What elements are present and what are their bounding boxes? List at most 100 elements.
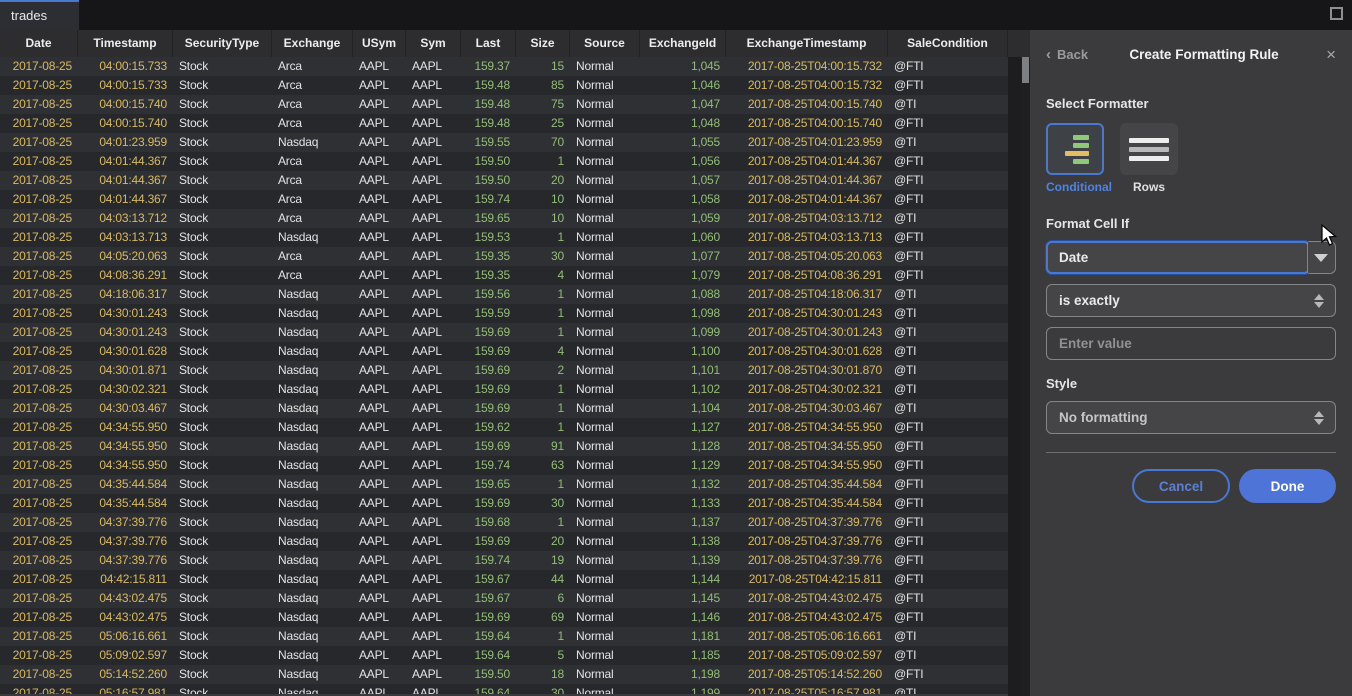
column-header-securitytype[interactable]: SecurityType (173, 30, 272, 57)
column-header-exchangeid[interactable]: ExchangeId (640, 30, 726, 57)
table-cell: 1 (516, 475, 570, 494)
scrollbar-thumb[interactable] (1022, 57, 1029, 83)
table-row[interactable]: 2017-08-2504:03:13.713StockNasdaqAAPLAAP… (0, 228, 1008, 247)
table-cell: 2017-08-25T04:34:55.950 (726, 418, 888, 437)
table-row[interactable]: 2017-08-2504:05:20.063StockArcaAAPLAAPL1… (0, 247, 1008, 266)
rows-label: Rows (1120, 180, 1178, 194)
table-cell: AAPL (353, 627, 406, 646)
table-cell: 2017-08-25 (0, 627, 78, 646)
table-row[interactable]: 2017-08-2504:42:15.811StockNasdaqAAPLAAP… (0, 570, 1008, 589)
close-icon[interactable]: × (1320, 46, 1336, 63)
table-row[interactable]: 2017-08-2504:30:01.628StockNasdaqAAPLAAP… (0, 342, 1008, 361)
table-row[interactable]: 2017-08-2504:30:02.321StockNasdaqAAPLAAP… (0, 380, 1008, 399)
table-row[interactable]: 2017-08-2504:01:23.959StockNasdaqAAPLAAP… (0, 133, 1008, 152)
table-cell: 1,146 (640, 608, 726, 627)
table-cell: 2017-08-25 (0, 665, 78, 684)
table-row[interactable]: 2017-08-2505:06:16.661StockNasdaqAAPLAAP… (0, 627, 1008, 646)
table-row[interactable]: 2017-08-2504:18:06.317StockNasdaqAAPLAAP… (0, 285, 1008, 304)
maximize-icon[interactable] (1330, 7, 1343, 20)
table-row[interactable]: 2017-08-2504:37:39.776StockNasdaqAAPLAAP… (0, 532, 1008, 551)
table-cell: 1,098 (640, 304, 726, 323)
table-row[interactable]: 2017-08-2504:43:02.475StockNasdaqAAPLAAP… (0, 608, 1008, 627)
table-cell: 1,181 (640, 627, 726, 646)
table-cell: @FTI (888, 494, 1008, 513)
done-button[interactable]: Done (1239, 469, 1336, 503)
table-cell: 2017-08-25 (0, 133, 78, 152)
back-label: Back (1057, 47, 1088, 62)
table-row[interactable]: 2017-08-2504:03:13.712StockArcaAAPLAAPL1… (0, 209, 1008, 228)
table-row[interactable]: 2017-08-2504:01:44.367StockArcaAAPLAAPL1… (0, 190, 1008, 209)
table-row[interactable]: 2017-08-2504:43:02.475StockNasdaqAAPLAAP… (0, 589, 1008, 608)
column-header-date[interactable]: Date (0, 30, 78, 57)
table-cell: @FTI (888, 418, 1008, 437)
table-cell: 2017-08-25 (0, 456, 78, 475)
table-cell: 18 (516, 665, 570, 684)
column-header-exchangetimestamp[interactable]: ExchangeTimestamp (726, 30, 888, 57)
table-cell: AAPL (353, 285, 406, 304)
cancel-button[interactable]: Cancel (1132, 469, 1230, 503)
table-cell: Normal (570, 209, 640, 228)
style-select-value: No formatting (1059, 402, 1148, 433)
table-cell: AAPL (353, 304, 406, 323)
vertical-scrollbar[interactable] (1021, 57, 1030, 696)
table-row[interactable]: 2017-08-2504:37:39.776StockNasdaqAAPLAAP… (0, 513, 1008, 532)
table-cell: 2017-08-25 (0, 285, 78, 304)
column-header-last[interactable]: Last (461, 30, 516, 57)
column-select[interactable]: Date (1046, 241, 1336, 274)
column-header-size[interactable]: Size (516, 30, 570, 57)
table-row[interactable]: 2017-08-2505:09:02.597StockNasdaqAAPLAAP… (0, 646, 1008, 665)
table-row[interactable]: 2017-08-2504:30:01.243StockNasdaqAAPLAAP… (0, 304, 1008, 323)
table-row[interactable]: 2017-08-2504:37:39.776StockNasdaqAAPLAAP… (0, 551, 1008, 570)
table-row[interactable]: 2017-08-2504:35:44.584StockNasdaqAAPLAAP… (0, 475, 1008, 494)
back-button[interactable]: ‹ Back (1046, 47, 1088, 62)
column-header-salecondition[interactable]: SaleCondition (888, 30, 1008, 57)
table-row[interactable]: 2017-08-2504:30:03.467StockNasdaqAAPLAAP… (0, 399, 1008, 418)
table-row[interactable]: 2017-08-2504:01:44.367StockArcaAAPLAAPL1… (0, 171, 1008, 190)
table-cell: 04:03:13.712 (78, 209, 173, 228)
table-cell: 30 (516, 494, 570, 513)
column-header-sym[interactable]: Sym (406, 30, 461, 57)
table-cell: Normal (570, 589, 640, 608)
formatter-option-rows[interactable]: Rows (1120, 123, 1178, 194)
table-row[interactable]: 2017-08-2504:30:01.871StockNasdaqAAPLAAP… (0, 361, 1008, 380)
table-cell: 1,137 (640, 513, 726, 532)
condition-select[interactable]: is exactly (1046, 284, 1336, 317)
table-row[interactable]: 2017-08-2504:35:44.584StockNasdaqAAPLAAP… (0, 494, 1008, 513)
table-cell: 159.48 (461, 76, 516, 95)
table-cell: 159.65 (461, 209, 516, 228)
column-header-usym[interactable]: USym (353, 30, 406, 57)
table-cell: 1 (516, 152, 570, 171)
table-cell: 2017-08-25 (0, 494, 78, 513)
table-row[interactable]: 2017-08-2504:30:01.243StockNasdaqAAPLAAP… (0, 323, 1008, 342)
table-cell: 5 (516, 646, 570, 665)
table-cell: 1,060 (640, 228, 726, 247)
table-row[interactable]: 2017-08-2504:34:55.950StockNasdaqAAPLAAP… (0, 418, 1008, 437)
formatter-option-conditional[interactable]: Conditional (1046, 123, 1104, 194)
table-row[interactable]: 2017-08-2504:08:36.291StockArcaAAPLAAPL1… (0, 266, 1008, 285)
table-row[interactable]: 2017-08-2504:34:55.950StockNasdaqAAPLAAP… (0, 456, 1008, 475)
table-row[interactable]: 2017-08-2504:00:15.740StockArcaAAPLAAPL1… (0, 114, 1008, 133)
table-cell: Normal (570, 532, 640, 551)
column-header-timestamp[interactable]: Timestamp (78, 30, 173, 57)
table-cell: 4 (516, 342, 570, 361)
table-cell: 2017-08-25T04:43:02.475 (726, 608, 888, 627)
tab-trades[interactable]: trades (0, 0, 79, 30)
chevron-left-icon: ‹ (1046, 47, 1051, 62)
table-row[interactable]: 2017-08-2504:01:44.367StockArcaAAPLAAPL1… (0, 152, 1008, 171)
table-row[interactable]: 2017-08-2505:14:52.260StockNasdaqAAPLAAP… (0, 665, 1008, 684)
value-input[interactable]: Enter value (1046, 327, 1336, 360)
table-cell: Arca (272, 76, 353, 95)
table-cell: Normal (570, 456, 640, 475)
table-cell: 1,144 (640, 570, 726, 589)
table-cell: Nasdaq (272, 437, 353, 456)
table-row[interactable]: 2017-08-2504:00:15.733StockArcaAAPLAAPL1… (0, 57, 1008, 76)
table-row[interactable]: 2017-08-2504:00:15.740StockArcaAAPLAAPL1… (0, 95, 1008, 114)
column-header-source[interactable]: Source (570, 30, 640, 57)
table-row[interactable]: 2017-08-2504:34:55.950StockNasdaqAAPLAAP… (0, 437, 1008, 456)
style-select[interactable]: No formatting (1046, 401, 1336, 434)
table-row[interactable]: 2017-08-2504:00:15.733StockArcaAAPLAAPL1… (0, 76, 1008, 95)
column-header-exchange[interactable]: Exchange (272, 30, 353, 57)
table-cell: Stock (173, 209, 272, 228)
table-cell: Normal (570, 190, 640, 209)
table-cell: Nasdaq (272, 342, 353, 361)
